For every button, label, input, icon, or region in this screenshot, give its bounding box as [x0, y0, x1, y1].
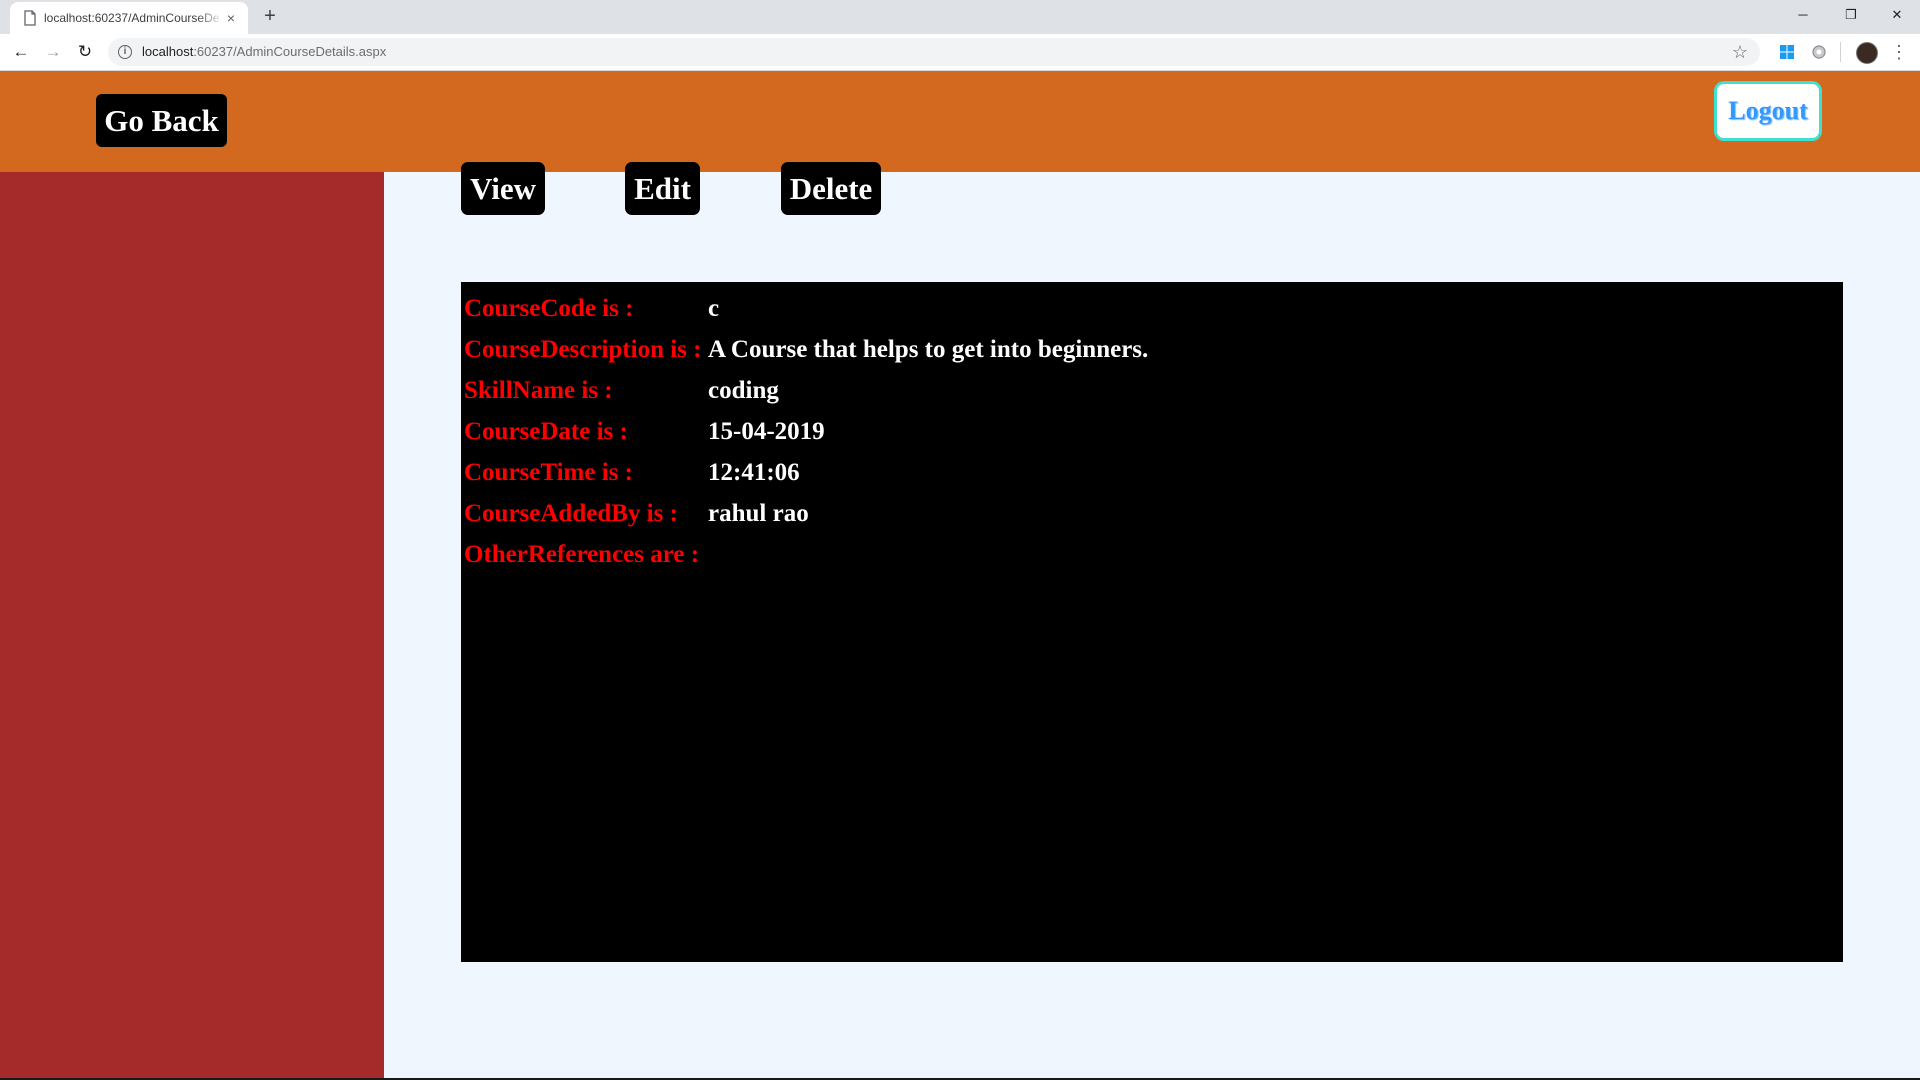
skill-name-value: coding [708, 377, 779, 404]
star-icon[interactable]: ☆ [1732, 42, 1748, 63]
browser-tab[interactable]: localhost:60237/AdminCourseDe × [10, 2, 248, 34]
course-date-label: CourseDate is : [464, 418, 628, 445]
info-icon[interactable]: i [118, 45, 132, 59]
browser-tab-strip: localhost:60237/AdminCourseDe × + ─ ❐ ✕ [0, 0, 1920, 34]
close-window-icon[interactable]: ✕ [1874, 0, 1920, 30]
other-references-label: OtherReferences are : [464, 541, 700, 568]
course-added-by-value: rahul rao [708, 500, 809, 527]
course-added-by-label: CourseAddedBy is : [464, 500, 678, 527]
tab-title: localhost:60237/AdminCourseDe [44, 11, 220, 25]
url-text[interactable]: localhost:60237/AdminCourseDetails.aspx [142, 44, 386, 59]
address-bar[interactable]: i localhost:60237/AdminCourseDetails.asp… [108, 38, 1760, 66]
logout-button[interactable]: Logout [1714, 81, 1822, 141]
profile-avatar[interactable] [1856, 42, 1878, 64]
view-button[interactable]: View [461, 162, 545, 215]
course-details-panel: CourseCode is : c CourseDescription is :… [461, 282, 1843, 962]
course-time-value: 12:41:06 [708, 459, 800, 486]
course-code-label: CourseCode is : [464, 295, 634, 322]
minimize-window-icon[interactable]: ─ [1780, 0, 1826, 30]
url-host: localhost [142, 44, 194, 59]
page-header [0, 71, 1920, 172]
new-tab-button[interactable]: + [260, 6, 280, 26]
edit-button[interactable]: Edit [625, 162, 700, 215]
restore-window-icon[interactable]: ❐ [1828, 0, 1874, 30]
delete-button[interactable]: Delete [781, 162, 881, 215]
circle-extension-icon[interactable] [1810, 43, 1828, 61]
windows-extension-icon[interactable] [1778, 43, 1796, 61]
course-date-value: 15-04-2019 [708, 418, 825, 445]
tab-close-icon[interactable]: × [224, 11, 238, 25]
menu-dots-icon[interactable]: ⋮ [1890, 40, 1908, 64]
skill-name-label: SkillName is : [464, 377, 613, 404]
forward-arrow-icon[interactable]: → [44, 43, 62, 61]
page-icon [24, 10, 36, 26]
browser-toolbar: ← → ↻ i localhost:60237/AdminCourseDetai… [0, 34, 1920, 71]
course-code-value: c [708, 295, 720, 322]
reload-icon[interactable]: ↻ [76, 43, 94, 61]
go-back-button[interactable]: Go Back [96, 94, 227, 147]
toolbar-divider [1840, 42, 1841, 62]
sidebar [0, 172, 384, 1078]
course-description-label: CourseDescription is : [464, 336, 702, 363]
url-path: :60237/AdminCourseDetails.aspx [193, 44, 387, 59]
course-time-label: CourseTime is : [464, 459, 633, 486]
course-description-value: A Course that helps to get into beginner… [708, 336, 1149, 363]
back-arrow-icon[interactable]: ← [12, 43, 30, 61]
